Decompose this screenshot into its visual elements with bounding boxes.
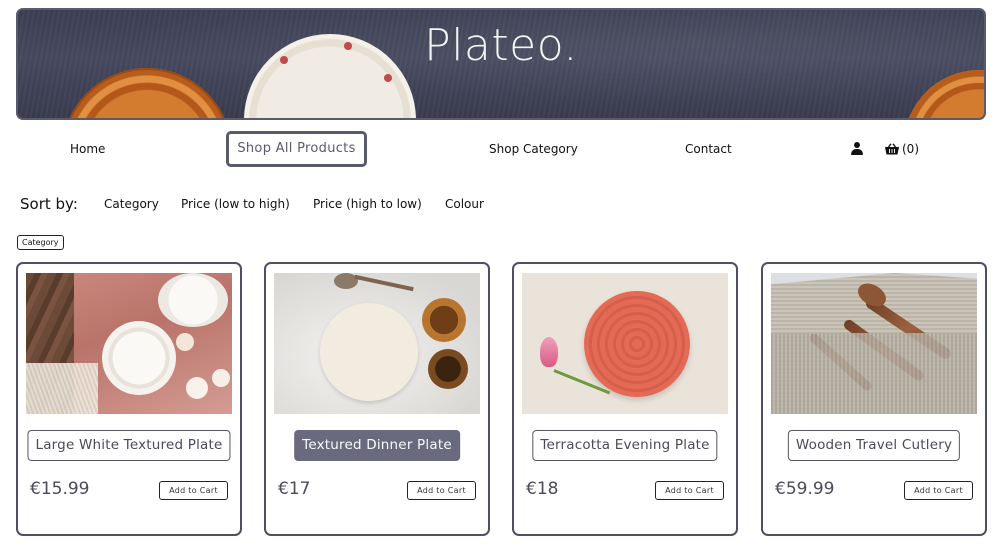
sort-option-colour[interactable]: Colour	[445, 197, 484, 211]
add-to-cart-button[interactable]: Add to Cart	[904, 481, 973, 500]
main-nav: Home Shop All Products Shop Category Con…	[0, 130, 1000, 168]
sort-option-price-low-high[interactable]: Price (low to high)	[181, 197, 290, 211]
product-card: Terracotta Evening Plate €18 Add to Cart	[512, 262, 738, 536]
product-name-button[interactable]: Wooden Travel Cutlery	[787, 430, 961, 461]
product-card: Large White Textured Plate €15.99 Add to…	[16, 262, 242, 536]
add-to-cart-button[interactable]: Add to Cart	[159, 481, 228, 500]
brand-logo[interactable]: Plateo.	[18, 20, 984, 71]
add-to-cart-button[interactable]: Add to Cart	[655, 481, 724, 500]
product-card: Wooden Travel Cutlery €59.99 Add to Cart	[761, 262, 987, 536]
cart-count: (0)	[902, 142, 919, 156]
product-image[interactable]	[26, 273, 232, 414]
product-name-button[interactable]: Terracotta Evening Plate	[532, 430, 718, 461]
product-name-button[interactable]: Large White Textured Plate	[27, 430, 231, 461]
nav-shop-category[interactable]: Shop Category	[489, 130, 578, 168]
product-price: €18	[526, 479, 559, 499]
active-filter-tag[interactable]: Category	[17, 235, 64, 250]
product-image[interactable]	[771, 273, 977, 414]
sort-bar: Sort by: Category Price (low to high) Pr…	[20, 195, 980, 215]
nav-contact[interactable]: Contact	[685, 130, 732, 168]
product-price: €17	[278, 479, 311, 499]
sort-option-price-high-low[interactable]: Price (high to low)	[313, 197, 422, 211]
product-name-button[interactable]: Textured Dinner Plate	[294, 430, 460, 461]
sort-label: Sort by:	[20, 195, 78, 213]
cart-link[interactable]: (0)	[885, 130, 919, 168]
product-image[interactable]	[274, 273, 480, 414]
nav-home[interactable]: Home	[70, 130, 105, 168]
product-image[interactable]	[522, 273, 728, 414]
nav-shop-all-products[interactable]: Shop All Products	[226, 131, 367, 167]
user-icon[interactable]	[851, 142, 863, 155]
product-price: €59.99	[775, 479, 835, 499]
sort-option-category[interactable]: Category	[104, 197, 159, 211]
product-card: Textured Dinner Plate €17 Add to Cart	[264, 262, 490, 536]
basket-icon	[885, 143, 899, 155]
product-price: €15.99	[30, 479, 90, 499]
hero-banner: Plateo.	[16, 8, 986, 120]
add-to-cart-button[interactable]: Add to Cart	[407, 481, 476, 500]
